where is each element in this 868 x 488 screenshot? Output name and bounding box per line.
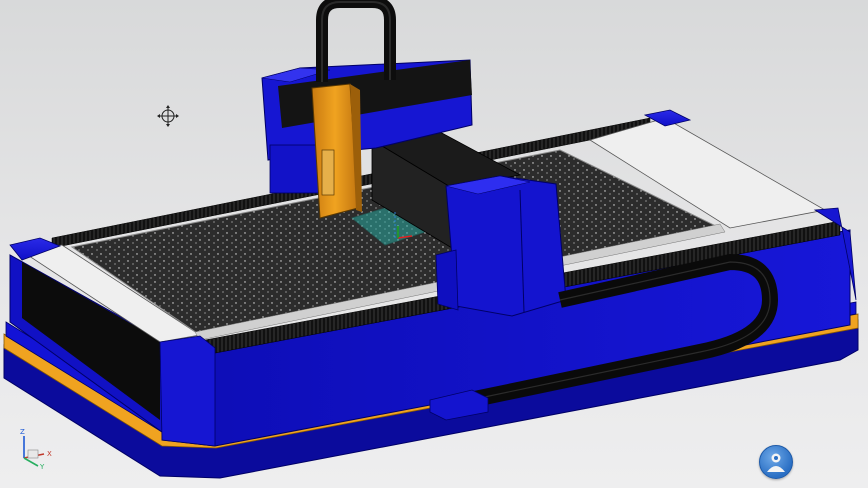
- view-triad[interactable]: X Y Z: [14, 428, 58, 472]
- user-avatar-icon: [767, 453, 785, 472]
- triad-z-label: Z: [20, 428, 25, 436]
- corner-block-fl: [159, 335, 216, 447]
- graphics-viewport[interactable]: X Y Z: [0, 0, 868, 488]
- triad-y-label: Y: [40, 463, 45, 471]
- machine-model[interactable]: [0, 0, 868, 488]
- carriage-window: [321, 149, 335, 196]
- user-avatar-button[interactable]: [759, 445, 793, 479]
- triad-x-label: X: [47, 450, 52, 458]
- crosshair-move-icon: [157, 105, 179, 127]
- gantry-front-foot: [435, 249, 459, 311]
- gantry-front-upright: [445, 175, 567, 317]
